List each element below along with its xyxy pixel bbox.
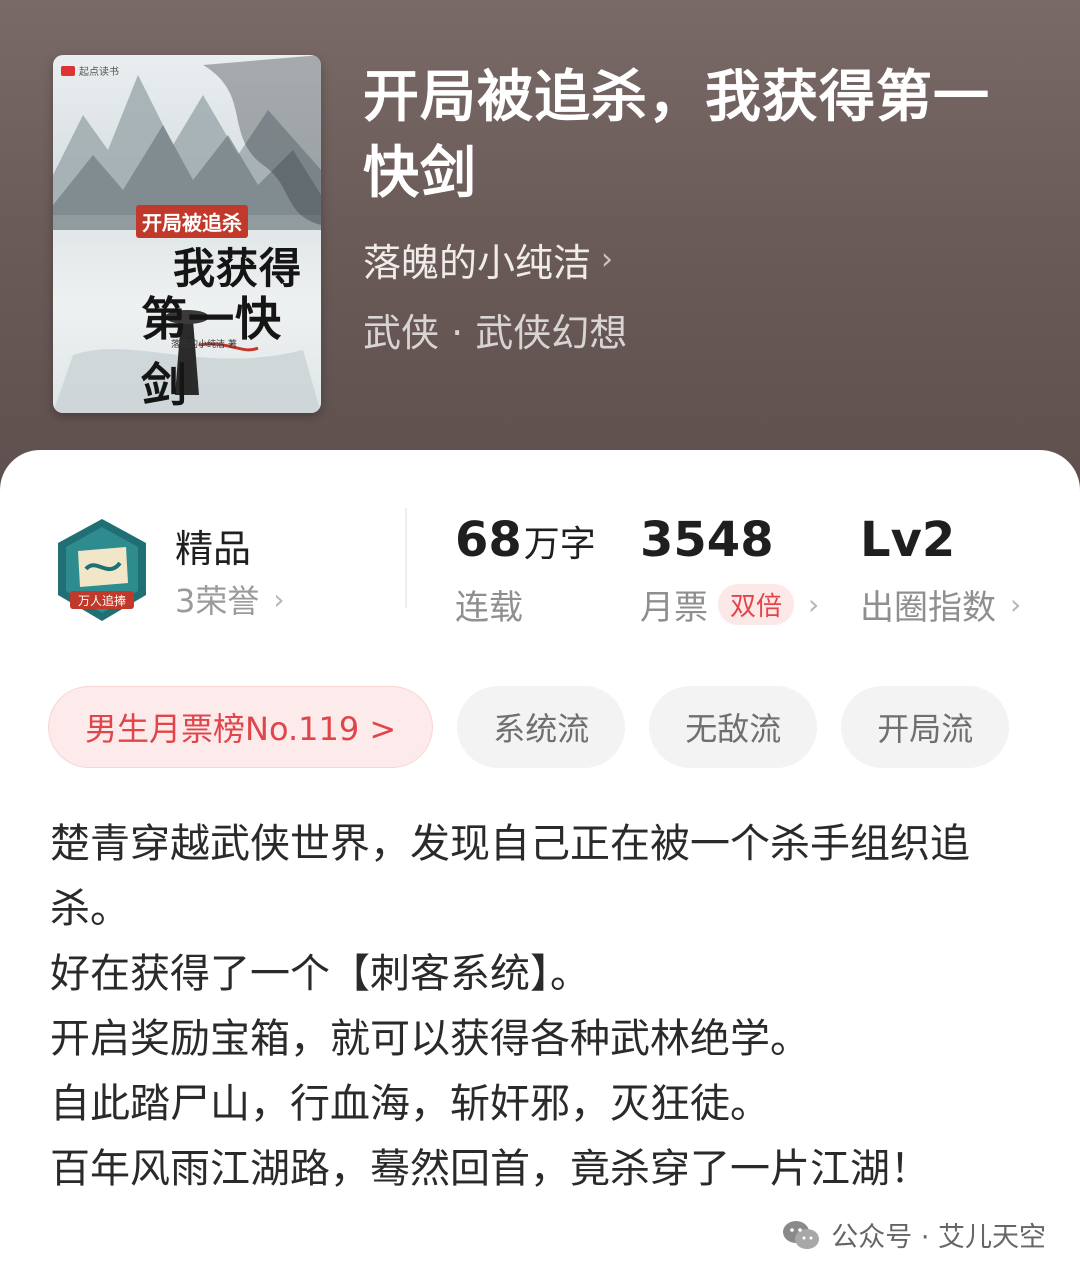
cover-author: 落魄的小纯洁 著 (171, 340, 237, 350)
book-title: 开局被追杀，我获得第一快剑 (363, 65, 990, 206)
stats-divider (405, 508, 407, 608)
watermark-text: 公众号 · 艾儿天空 (831, 1222, 1046, 1253)
tag-opening[interactable]: 开局流 (841, 686, 1010, 768)
tag-system[interactable]: 系统流 (457, 686, 626, 768)
double-badge: 双倍 (718, 584, 795, 625)
book-genre: 武侠 · 武侠幻想 (363, 311, 628, 355)
wechat-icon (783, 1220, 820, 1249)
popularity-label: 出圈指数 (860, 588, 996, 628)
monthly-ticket-label: 月票 (640, 588, 708, 628)
word-count-number: 68 (455, 512, 522, 568)
chevron-right-icon: › (601, 242, 614, 277)
cover-subtitle: 开局被追杀 (136, 205, 248, 238)
honors-count: 3荣誉 (175, 582, 260, 620)
popularity-sub: 出圈指数 › (860, 580, 1021, 629)
serial-status: 连载 (455, 580, 596, 629)
word-count-unit: 万字 (523, 524, 596, 565)
word-count-value: 68万字 (455, 512, 596, 568)
quality-label: 精品 (175, 527, 252, 571)
popularity-value: Lv2 (860, 512, 956, 568)
badge-text: 万人追捧 (78, 593, 126, 608)
author-name: 落魄的小纯洁 (363, 241, 592, 285)
honors-link[interactable]: 3荣誉 › (175, 576, 285, 622)
book-cover[interactable]: 起点读书 开局被追杀 我获得 第一快剑 落魄的小纯洁 著 (53, 55, 321, 413)
intro-line: 自此踏尸山，行血海，斩奸邪，灭狂徒。 (50, 1081, 770, 1127)
cover-brand-text: 起点读书 (79, 67, 119, 78)
monthly-ticket-value: 3548 (640, 512, 774, 568)
word-count-stat: 68万字 连载 (455, 512, 596, 629)
author-link[interactable]: 落魄的小纯洁 › (363, 232, 613, 287)
tag-invincible[interactable]: 无敌流 (649, 686, 818, 768)
watermark: 公众号 · 艾儿天空 (781, 1215, 1046, 1254)
tag-rank[interactable]: 男生月票榜No.119 > (48, 686, 434, 768)
book-intro[interactable]: 楚青穿越武侠世界，发现自己正在被一个杀手组织追杀。 好在获得了一个【刺客系统】。… (50, 812, 1010, 1202)
intro-line: 开启奖励宝箱，就可以获得各种武林绝学。 (50, 1016, 810, 1062)
monthly-ticket-sub: 月票 双倍 › (640, 580, 819, 629)
intro-line: 楚青穿越武侠世界，发现自己正在被一个杀手组织追杀。 (50, 821, 970, 932)
intro-line: 百年风雨江湖路，蓦然回首，竟杀穿了一片江湖！ (50, 1146, 930, 1192)
qidian-logo-icon (61, 65, 75, 76)
popularity-stat[interactable]: Lv2 出圈指数 › (860, 512, 1021, 629)
intro-line: 好在获得了一个【刺客系统】。 (50, 951, 590, 997)
chevron-right-icon: › (808, 588, 820, 621)
chevron-right-icon: › (273, 582, 285, 616)
chevron-right-icon: › (1010, 588, 1022, 621)
cover-brand: 起点读书 (61, 63, 119, 78)
quality-badge-icon[interactable]: 万人追捧 (52, 517, 152, 625)
serial-status-label: 连载 (455, 588, 523, 628)
tag-list: 男生月票榜No.119 > 系统流 无敌流 开局流 (48, 686, 1010, 768)
monthly-ticket-stat[interactable]: 3548 月票 双倍 › (640, 512, 819, 629)
